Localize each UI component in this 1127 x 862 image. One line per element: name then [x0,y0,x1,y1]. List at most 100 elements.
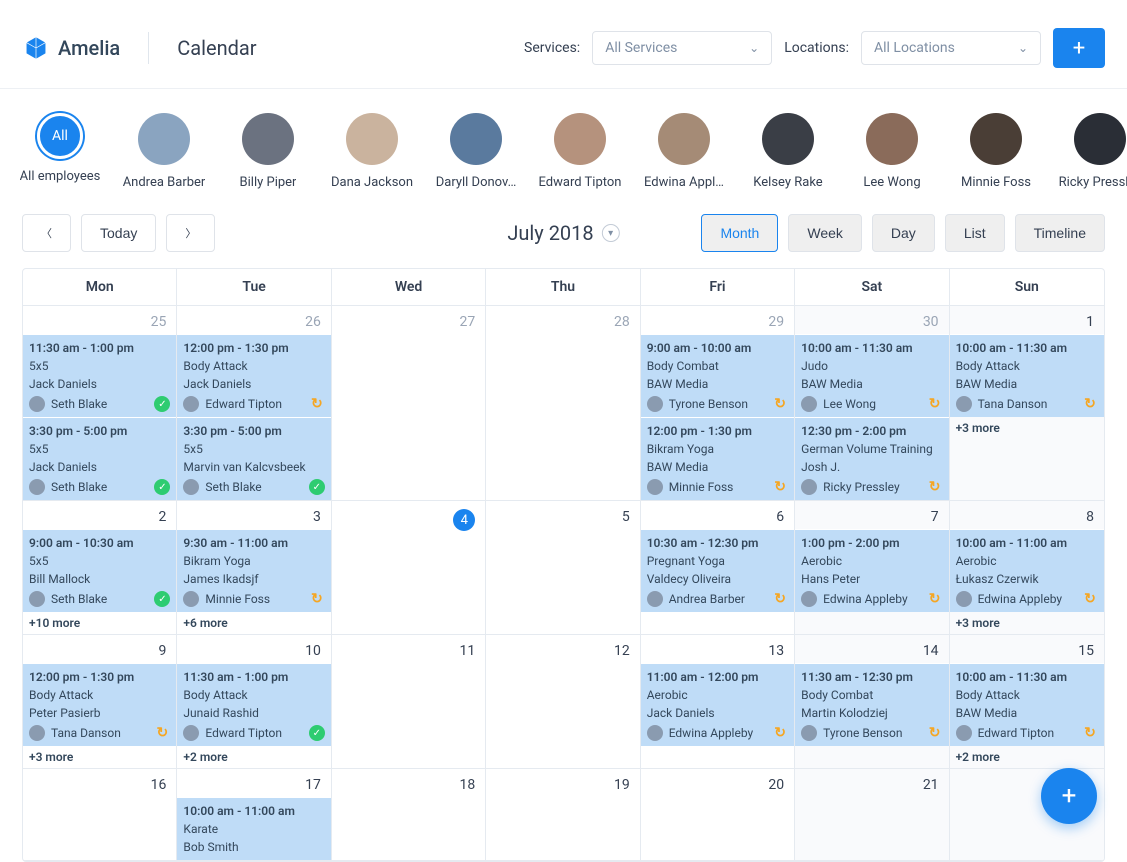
employee-e10[interactable]: Ricky Pressley [1062,113,1127,190]
chevron-down-icon: ⌄ [1018,41,1028,55]
avatar [29,479,45,495]
appointment[interactable]: 9:00 am - 10:00 amBody CombatBAW MediaTy… [641,334,794,417]
view-week[interactable]: Week [788,214,862,252]
next-button[interactable]: 〉 [166,214,215,252]
day-cell[interactable]: 11 [332,635,486,769]
day-cell[interactable]: 19 [486,769,640,861]
locations-select[interactable]: All Locations ⌄ [861,31,1041,65]
appointment[interactable]: 10:30 am - 12:30 pmPregnant YogaValdecy … [641,529,794,612]
day-number: 12 [486,635,639,663]
day-cell[interactable]: 1710:00 am - 11:00 amKarateBob Smith [177,769,331,861]
appointment[interactable]: 11:30 am - 1:00 pmBody AttackJunaid Rash… [177,663,330,746]
day-cell[interactable]: 16 [23,769,177,861]
day-cell[interactable]: 21 [795,769,949,861]
view-day[interactable]: Day [872,214,935,252]
appointment[interactable]: 3:30 pm - 5:00 pm5x5Jack DanielsSeth Bla… [23,417,176,500]
more-link[interactable]: +2 more [950,746,1104,768]
day-cell[interactable]: 1011:30 am - 1:00 pmBody AttackJunaid Ra… [177,635,331,769]
day-cell[interactable]: 1311:00 am - 12:00 pmAerobicJack Daniels… [641,635,795,769]
appointment[interactable]: 12:00 pm - 1:30 pmBody AttackPeter Pasie… [23,663,176,746]
more-link[interactable]: +3 more [950,612,1104,634]
event-time: 3:30 pm - 5:00 pm [183,422,324,440]
event-service: Body Combat [647,357,788,375]
appointment[interactable]: 9:30 am - 11:00 amBikram YogaJames Ikads… [177,529,330,612]
appointment[interactable]: 11:00 am - 12:00 pmAerobicJack DanielsEd… [641,663,794,746]
day-cell[interactable]: 71:00 pm - 2:00 pmAerobicHans PeterEdwin… [795,501,949,635]
employee-e4[interactable]: Daryll Donov… [438,113,514,190]
employee-all[interactable]: AllAll employees [22,113,98,190]
period-selector[interactable]: July 2018 ▾ [507,221,619,245]
services-select[interactable]: All Services ⌄ [592,31,772,65]
appointment[interactable]: 10:00 am - 11:30 amBody AttackBAW MediaT… [950,334,1104,417]
day-number: 1 [950,306,1104,334]
appointment[interactable]: 12:30 pm - 2:00 pmGerman Volume Training… [795,417,948,500]
view-timeline[interactable]: Timeline [1015,214,1105,252]
more-link[interactable]: +10 more [23,612,176,634]
employee-e2[interactable]: Billy Piper [230,113,306,190]
day-cell[interactable]: 29:00 am - 10:30 am5x5Bill MallockSeth B… [23,501,177,635]
more-link[interactable]: +6 more [177,612,330,634]
appointment[interactable]: 10:00 am - 11:30 amBody AttackBAW MediaE… [950,663,1104,746]
day-cell[interactable]: 912:00 pm - 1:30 pmBody AttackPeter Pasi… [23,635,177,769]
day-cell[interactable]: 20 [641,769,795,861]
plus-icon: + [1073,36,1085,61]
employee-e5[interactable]: Edward Tipton [542,113,618,190]
brand-logo[interactable]: Amelia [22,34,120,62]
day-cell[interactable]: 2511:30 am - 1:00 pm5x5Jack DanielsSeth … [23,306,177,501]
employee-e1[interactable]: Andrea Barber [126,113,202,190]
more-link[interactable]: +3 more [950,417,1104,439]
more-link[interactable]: +2 more [177,746,330,768]
appointment[interactable]: 9:00 am - 10:30 am5x5Bill MallockSeth Bl… [23,529,176,612]
day-number: 7 [795,501,948,529]
logo-icon [22,34,50,62]
event-employee: Minnie Foss [205,590,270,608]
event-time: 11:30 am - 1:00 pm [183,668,324,686]
day-cell[interactable]: 1510:00 am - 11:30 amBody AttackBAW Medi… [950,635,1104,769]
appointment[interactable]: 12:00 pm - 1:30 pmBody AttackJack Daniel… [177,334,330,417]
day-cell[interactable]: 12 [486,635,640,769]
employee-e6[interactable]: Edwina Appl… [646,113,722,190]
day-cell[interactable]: 299:00 am - 10:00 amBody CombatBAW Media… [641,306,795,501]
more-link[interactable]: +3 more [23,746,176,768]
event-time: 12:00 pm - 1:30 pm [29,668,170,686]
day-cell[interactable]: 2612:00 pm - 1:30 pmBody AttackJack Dani… [177,306,331,501]
day-cell[interactable]: 3010:00 am - 11:30 amJudoBAW MediaLee Wo… [795,306,949,501]
day-cell[interactable]: 5 [486,501,640,635]
avatar [970,113,1022,165]
add-button[interactable]: + [1053,28,1105,68]
today-button[interactable]: Today [81,214,156,252]
appointment[interactable]: 11:30 am - 12:30 pmBody CombatMartin Kol… [795,663,948,746]
event-service: Body Attack [29,686,170,704]
day-cell[interactable]: 810:00 am - 11:00 amAerobicŁukasz Czerwi… [950,501,1104,635]
appointment[interactable]: 1:00 pm - 2:00 pmAerobicHans PeterEdwina… [795,529,948,612]
day-cell[interactable]: 28 [486,306,640,501]
day-cell[interactable]: 110:00 am - 11:30 amBody AttackBAW Media… [950,306,1104,501]
employee-name: All employees [20,169,101,184]
view-month[interactable]: Month [701,214,778,252]
employee-e7[interactable]: Kelsey Rake [750,113,826,190]
appointment[interactable]: 10:00 am - 11:00 amKarateBob Smith [177,797,330,860]
fab-add[interactable]: + [1041,768,1097,824]
employee-e9[interactable]: Minnie Foss [958,113,1034,190]
employee-e3[interactable]: Dana Jackson [334,113,410,190]
employee-name: Minnie Foss [961,175,1031,190]
day-cell[interactable]: 1411:30 am - 12:30 pmBody CombatMartin K… [795,635,949,769]
prev-button[interactable]: 〈 [22,214,71,252]
employee-e8[interactable]: Lee Wong [854,113,930,190]
status-pending-icon [772,591,788,607]
appointment[interactable]: 3:30 pm - 5:00 pm5x5Marvin van Kalcvsbee… [177,417,330,500]
view-list[interactable]: List [945,214,1005,252]
day-cell[interactable]: 18 [332,769,486,861]
appointment[interactable]: 11:30 am - 1:00 pm5x5Jack DanielsSeth Bl… [23,334,176,417]
appointment[interactable]: 12:00 pm - 1:30 pmBikram YogaBAW MediaMi… [641,417,794,500]
event-employee: Seth Blake [51,478,107,496]
day-cell[interactable]: 610:30 am - 12:30 pmPregnant YogaValdecy… [641,501,795,635]
day-cell[interactable]: 4 [332,501,486,635]
day-cell[interactable]: 27 [332,306,486,501]
status-pending-icon [772,396,788,412]
appointment[interactable]: 10:00 am - 11:30 amJudoBAW MediaLee Wong [795,334,948,417]
appointment[interactable]: 10:00 am - 11:00 amAerobicŁukasz Czerwik… [950,529,1104,612]
avatar [554,113,606,165]
event-employee: Ricky Pressley [823,478,900,496]
day-cell[interactable]: 39:30 am - 11:00 amBikram YogaJames Ikad… [177,501,331,635]
